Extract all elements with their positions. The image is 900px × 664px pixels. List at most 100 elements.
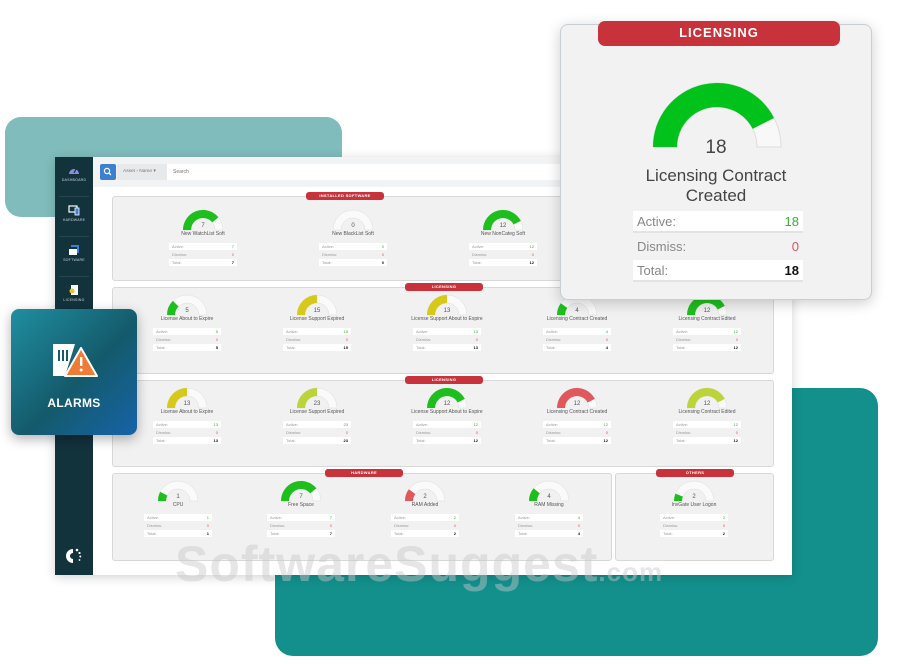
dismiss-label: Dismiss: xyxy=(663,523,679,528)
total-row: Total: 12 xyxy=(673,344,741,351)
alarm-widget[interactable]: 2 RAM Added Active: 2 Dismiss: 0 Total: 2 xyxy=(385,480,465,538)
alarm-widget[interactable]: 13 License About to Expire Active: 13 Dis… xyxy=(147,387,227,445)
alarm-widget[interactable]: 2 InvGate User Logon Active: 2 Dismiss: 0 … xyxy=(654,480,734,538)
gauge-value: 7 xyxy=(299,494,303,500)
active-value: 2 xyxy=(453,515,456,520)
dismiss-row: Dismiss: 0 xyxy=(283,336,351,343)
active-row: Active: 12 xyxy=(673,328,741,335)
dashboard-gauge-icon xyxy=(69,168,79,174)
active-row: Active: 0 xyxy=(319,243,387,250)
licensing-panel-2: LICENSING 13 License About to Expire Act… xyxy=(112,376,774,467)
alarms-tile[interactable]: ALARMS xyxy=(11,309,137,435)
widget-title: Licensing Contract Edited xyxy=(678,409,736,415)
total-row: Total: 13 xyxy=(153,437,221,444)
gauge-value: 18 xyxy=(705,137,727,158)
dismiss-label: Dismiss: xyxy=(546,430,562,435)
dismiss-value: 0 xyxy=(735,337,738,342)
alarm-widget[interactable]: 4 RAM Missing Active: 4 Dismiss: 0 Total: 4 xyxy=(509,480,589,538)
alarm-widget[interactable]: 13 License Support About to Expire Activ… xyxy=(407,294,487,352)
alarm-widget[interactable]: 5 License About to Expire Active: 5 Dismi… xyxy=(147,294,227,352)
dismiss-row: Dismiss: 0 xyxy=(673,336,741,343)
dismiss-value: 0 xyxy=(453,523,456,528)
dismiss-value: 0 xyxy=(791,238,799,254)
total-value: 23 xyxy=(343,438,348,443)
active-value: 18 xyxy=(784,213,799,229)
dismiss-value: 0 xyxy=(206,523,209,528)
active-value: 4 xyxy=(577,515,580,520)
widget-title: License Support About to Expire xyxy=(411,409,483,415)
alarm-widget[interactable]: 12 Licensing Contract Edited Active: 12 D… xyxy=(667,387,747,445)
active-value: 2 xyxy=(722,515,725,520)
dismiss-label: Dismiss: xyxy=(270,523,286,528)
active-value: 12 xyxy=(529,244,534,249)
sidebar-item-software[interactable]: SOFTWARE xyxy=(55,237,93,277)
dismiss-value: 0 xyxy=(605,430,608,435)
alarm-widget[interactable]: 12 Licensing Contract Created Active: 12 … xyxy=(537,387,617,445)
dismiss-label: Dismiss: xyxy=(676,430,692,435)
total-label: Total: xyxy=(676,345,686,350)
dismiss-row: Dismiss: 0 xyxy=(660,522,728,529)
asset-filter-select[interactable]: Asset › Name ▾ xyxy=(117,164,167,180)
alarm-widget[interactable]: 7 New WatchList Soft Active: 7 Dismiss: 0 … xyxy=(163,209,243,267)
widget-title: Free Space xyxy=(288,502,314,508)
dismiss-label: Dismiss: xyxy=(172,252,188,257)
widget-title: CPU xyxy=(172,502,184,508)
total-value: 2 xyxy=(722,531,725,536)
title-line-2: Created xyxy=(685,186,747,205)
alarm-widget[interactable]: 4 Licensing Contract Created Active: 4 Di… xyxy=(537,294,617,352)
dismiss-value: 0 xyxy=(215,337,218,342)
alarm-widget[interactable]: 15 License Support Expired Active: 15 Dis… xyxy=(277,294,357,352)
alarm-widget[interactable]: 0 New BlackList Soft Active: 0 Dismiss: 0 … xyxy=(313,209,393,267)
total-row: Total: 4 xyxy=(543,344,611,351)
widget-title: License About to Expire xyxy=(160,409,214,415)
total-row: Total: 12 xyxy=(469,259,537,266)
alarm-widget[interactable]: 12 Licensing Contract Edited Active: 12 D… xyxy=(667,294,747,352)
gauge-value: 4 xyxy=(547,494,551,500)
active-row: Active: 13 xyxy=(153,421,221,428)
dismiss-value: 0 xyxy=(345,337,348,342)
active-row: Active: 12 xyxy=(673,421,741,428)
total-row: Total: 12 xyxy=(413,437,481,444)
dismiss-label: Dismiss: xyxy=(416,430,432,435)
dismiss-row: Dismiss: 0 xyxy=(673,429,741,436)
sidebar-item-dashboard[interactable]: DASHBOARD xyxy=(55,157,93,197)
total-label: Total: xyxy=(172,260,182,265)
alarm-widget[interactable]: 12 License Support About to Expire Activ… xyxy=(407,387,487,445)
alarm-widget[interactable]: 7 Free Space Active: 7 Dismiss: 0 Total: 7 xyxy=(261,480,341,538)
dismiss-row: Dismiss: 0 xyxy=(515,522,583,529)
section-ribbon: HARDWARE xyxy=(325,469,403,477)
total-row: Total: 23 xyxy=(283,437,351,444)
active-label: Active: xyxy=(322,244,335,249)
dismiss-label: Dismiss: xyxy=(147,523,163,528)
dismiss-label: Dismiss: xyxy=(416,337,432,342)
active-label: Active: xyxy=(416,422,429,427)
search-button[interactable] xyxy=(100,164,116,180)
total-value: 18 xyxy=(784,262,799,278)
total-value: 12 xyxy=(473,438,478,443)
active-row: Active: 18 xyxy=(633,211,803,233)
section-ribbon: LICENSING xyxy=(405,283,483,291)
gauge-value: 12 xyxy=(703,308,711,314)
sidebar-item-hardware[interactable]: HARDWARE xyxy=(55,197,93,237)
total-label: Total: xyxy=(472,260,482,265)
dismiss-label: Dismiss: xyxy=(637,238,687,254)
dismiss-row: Dismiss: 0 xyxy=(543,336,611,343)
total-label: Total: xyxy=(676,438,686,443)
active-label: Active: xyxy=(156,329,169,334)
dismiss-label: Dismiss: xyxy=(676,337,692,342)
dismiss-value: 0 xyxy=(475,337,478,342)
active-value: 15 xyxy=(343,329,348,334)
dismiss-label: Dismiss: xyxy=(472,252,488,257)
total-value: 7 xyxy=(231,260,234,265)
active-row: Active: 12 xyxy=(413,421,481,428)
dismiss-value: 0 xyxy=(475,430,478,435)
alarm-widget[interactable]: 23 License Support Expired Active: 23 Dis… xyxy=(277,387,357,445)
alarm-widget[interactable]: 12 New NonCateg Soft Active: 12 Dismiss: 0… xyxy=(463,209,543,267)
total-value: 0 xyxy=(381,260,384,265)
dismiss-row: Dismiss: 0 xyxy=(267,522,335,529)
active-label: Active: xyxy=(156,422,169,427)
active-row: Active: 4 xyxy=(515,514,583,521)
dismiss-row: Dismiss: 0 xyxy=(144,522,212,529)
alarm-widget[interactable]: 1 CPU Active: 1 Dismiss: 0 Total: 1 xyxy=(138,480,218,538)
title-line-1: Licensing Contract xyxy=(645,166,787,185)
